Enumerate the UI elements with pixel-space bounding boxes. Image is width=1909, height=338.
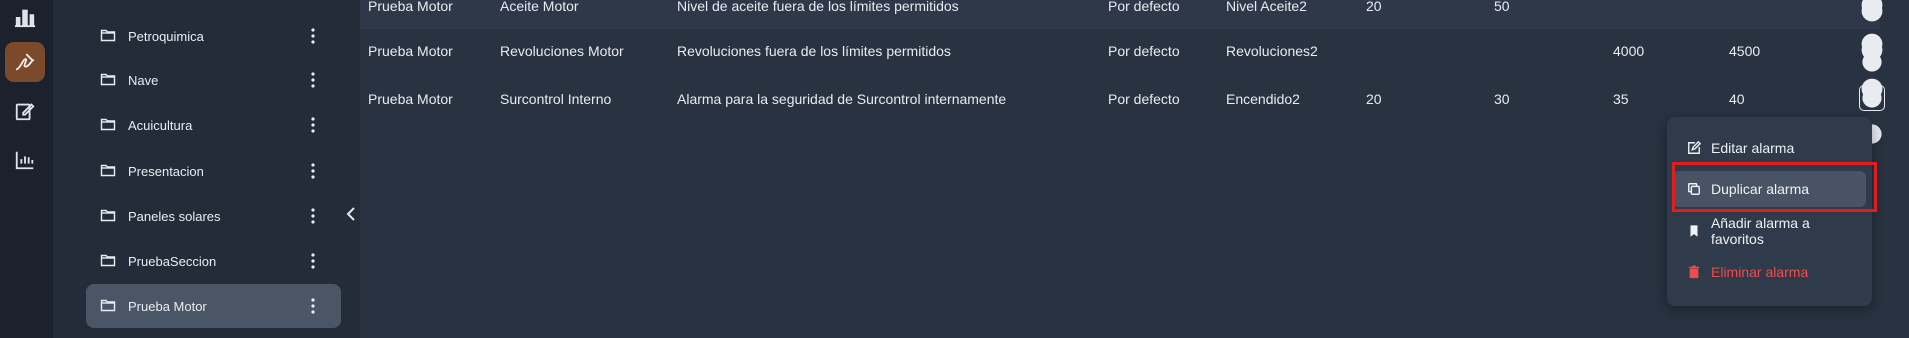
folder-icon (100, 116, 118, 134)
folder-icon (100, 252, 118, 270)
cell-nombre: Aceite Motor (500, 0, 579, 14)
cell-descripcion: Revoluciones fuera de los límites permit… (677, 42, 951, 59)
more-options-icon[interactable] (301, 294, 325, 318)
cell-descripcion: Nivel de aceite fuera de los límites per… (677, 0, 959, 14)
cell-variable: Revoluciones2 (1226, 42, 1318, 59)
buildings-icon[interactable] (5, 0, 45, 37)
cell-seccion: Prueba Motor (368, 42, 453, 59)
sidebar-item-paneles-solares[interactable]: Paneles solares (86, 194, 341, 238)
table-row[interactable]: Prueba Motor Surcontrol Interno Alarma p… (360, 52, 1885, 144)
edit-alarm-menu-item[interactable]: Editar alarma (1673, 130, 1866, 166)
folder-icon (100, 27, 118, 45)
cell-tipo: Por defecto (1108, 0, 1180, 14)
cell-descripcion: Alarma para la seguridad de Surcontrol i… (677, 90, 1007, 107)
menu-item-label: Duplicar alarma (1711, 181, 1810, 197)
cell-variable: Encendido2 (1226, 90, 1300, 107)
cell-seccion: Prueba Motor (368, 0, 453, 14)
menu-item-label: Añadir alarma a favoritos (1710, 215, 1810, 247)
sidebar-item-label: Paneles solares (128, 208, 221, 224)
signature-icon[interactable] (5, 42, 45, 82)
table-row[interactable]: Prueba Motor Aceite Motor Nivel de aceit… (360, 0, 1883, 55)
cell-nombre: Revoluciones Motor (500, 42, 624, 59)
sidebar-item-label: PruebaSeccion (128, 253, 217, 269)
cell-tipo: Por defecto (1108, 90, 1180, 107)
sidebar-item-label: Petroquimica (128, 28, 204, 44)
cell-v4: 40 (1729, 90, 1745, 107)
folder-icon (100, 162, 118, 180)
cell-v1: 20 (1366, 90, 1382, 107)
cell-v2: 30 (1494, 90, 1510, 107)
cell-variable: Nivel Aceite2 (1226, 0, 1307, 14)
sidebar-item-acuicultura[interactable]: Acuicultura (86, 103, 341, 147)
cell-seccion: Prueba Motor (368, 90, 453, 107)
more-options-icon[interactable] (301, 159, 325, 183)
sidebar-item-label: Presentacion (128, 163, 204, 179)
edit-icon (1686, 140, 1702, 156)
cell-v3: 4000 (1613, 42, 1645, 59)
collapse-sidebar-chevron-icon[interactable] (342, 203, 360, 225)
folder-icon (100, 297, 118, 315)
menu-item-label: Eliminar alarma (1711, 264, 1809, 280)
sidebar-item-prueba-motor[interactable]: Prueba Motor (86, 284, 341, 328)
duplicate-alarm-menu-item[interactable]: Duplicar alarma (1673, 171, 1866, 207)
folder-icon (100, 71, 118, 89)
cell-v4: 4500 (1729, 42, 1761, 59)
sidebar-item-pruebaseccion[interactable]: PruebaSeccion (86, 239, 341, 283)
more-options-icon[interactable] (301, 24, 325, 48)
folder-icon (100, 207, 118, 225)
sidebar-item-label: Acuicultura (128, 117, 193, 133)
cell-v1: 20 (1366, 0, 1382, 14)
sidebar-item-petroquimica[interactable]: Petroquimica (86, 14, 341, 58)
menu-item-label: Editar alarma (1711, 140, 1795, 156)
more-options-icon[interactable] (301, 204, 325, 228)
sidebar-item-nave[interactable]: Nave (86, 58, 341, 102)
cell-tipo: Por defecto (1108, 42, 1180, 59)
sidebar-item-presentacion[interactable]: Presentacion (86, 149, 341, 193)
more-options-icon[interactable] (301, 249, 325, 273)
row-context-menu: Editar alarma Duplicar alarma Añadir ala… (1667, 117, 1872, 306)
add-favorite-menu-item[interactable]: Añadir alarma a favoritos (1673, 213, 1866, 249)
bookmark-icon (1686, 223, 1702, 239)
sidebar-item-label: Prueba Motor (128, 298, 207, 314)
trash-icon (1686, 264, 1702, 280)
row-options-icon[interactable] (1859, 52, 1885, 144)
cell-v2: 50 (1494, 0, 1510, 14)
cell-nombre: Surcontrol Interno (500, 90, 612, 107)
bar-chart-icon[interactable] (5, 140, 45, 180)
delete-alarm-menu-item[interactable]: Eliminar alarma (1673, 254, 1866, 290)
app-rail (0, 0, 53, 338)
duplicate-icon (1686, 181, 1702, 197)
more-options-icon[interactable] (301, 68, 325, 92)
table-row[interactable]: Prueba Motor Revoluciones Motor Revoluci… (360, 0, 1883, 100)
sidebar-item-label: Nave (128, 72, 159, 88)
cell-v3: 35 (1613, 90, 1629, 107)
edit-note-icon[interactable] (5, 91, 45, 131)
more-options-icon[interactable] (301, 113, 325, 137)
